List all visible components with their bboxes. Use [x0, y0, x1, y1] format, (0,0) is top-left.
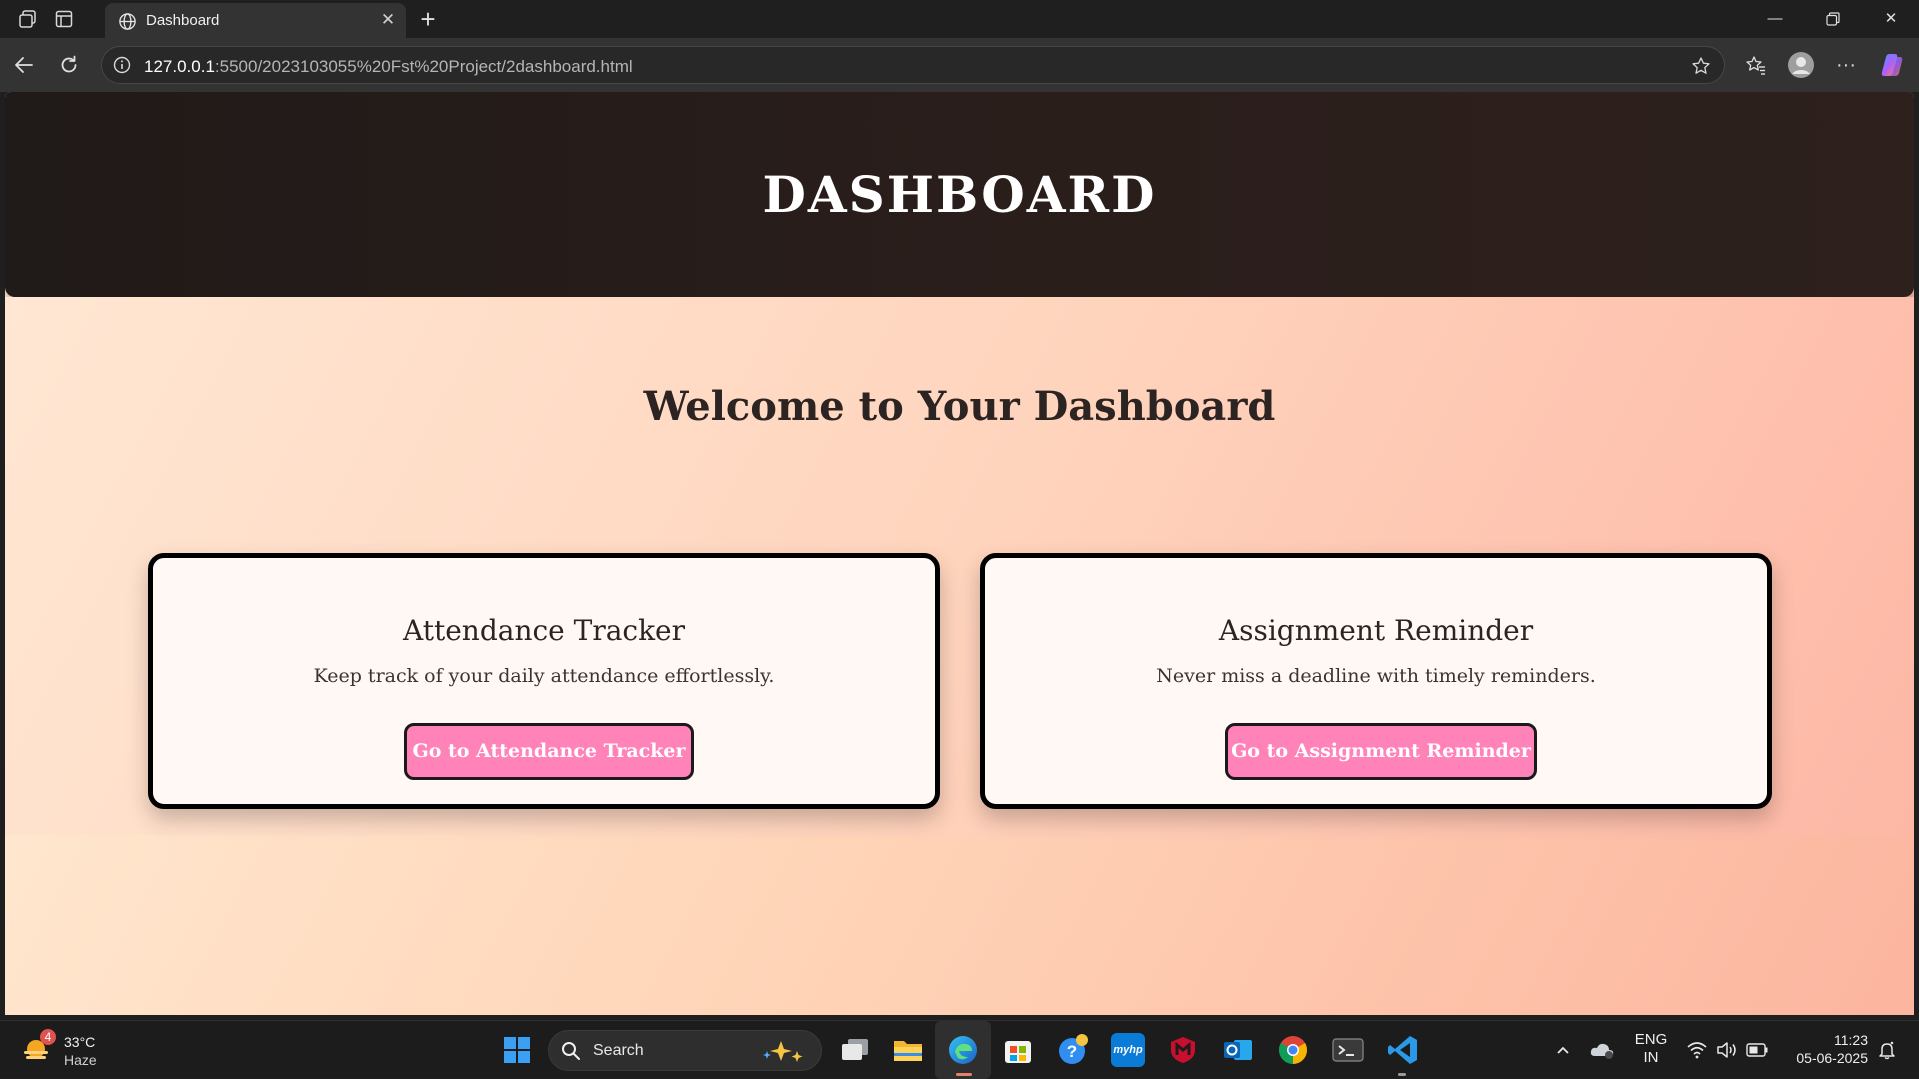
welcome-heading: Welcome to Your Dashboard	[643, 383, 1276, 430]
site-info-icon[interactable]	[112, 55, 132, 75]
card-attendance-tracker: Attendance Tracker Keep track of your da…	[148, 553, 940, 809]
svg-text:?: ?	[1067, 1042, 1077, 1061]
header-title: DASHBOARD	[762, 165, 1157, 224]
copilot-icon[interactable]	[1877, 50, 1907, 80]
close-window-icon[interactable]: ✕	[1862, 0, 1919, 38]
back-icon[interactable]	[10, 51, 38, 79]
new-tab-icon[interactable]: +	[414, 5, 442, 33]
weather-desc: Haze	[64, 1052, 97, 1068]
browser-toolbar: 127.0.0.1:5500/2023103055%20Fst%20Projec…	[0, 38, 1919, 92]
card-assignment-reminder: Assignment Reminder Never miss a deadlin…	[980, 553, 1772, 809]
store-icon[interactable]	[1001, 1033, 1035, 1067]
mcafee-icon[interactable]	[1166, 1033, 1200, 1067]
region-code: IN	[1643, 1049, 1659, 1066]
minimize-icon[interactable]: —	[1746, 0, 1804, 38]
card-description: Never miss a deadline with timely remind…	[1156, 665, 1596, 687]
myhp-icon[interactable]: myhp	[1111, 1033, 1145, 1067]
address-bar[interactable]: 127.0.0.1:5500/2023103055%20Fst%20Projec…	[101, 46, 1725, 84]
card-title: Attendance Tracker	[403, 614, 685, 647]
battery-icon[interactable]	[1744, 1037, 1770, 1063]
refresh-icon[interactable]	[55, 51, 83, 79]
help-icon[interactable]: ?	[1056, 1033, 1090, 1067]
restore-icon[interactable]	[1804, 0, 1862, 38]
search-icon	[561, 1041, 581, 1061]
terminal-icon[interactable]	[1331, 1033, 1365, 1067]
windows-taskbar: 4 33°C Haze Search ? myhp ENG IN 11:23 0…	[0, 1020, 1919, 1079]
url-path: :5500/2023103055%20Fst%20Project/2dashbo…	[214, 57, 633, 76]
page-viewport: DASHBOARD Welcome to Your Dashboard Atte…	[5, 92, 1914, 1015]
go-to-attendance-tracker-button[interactable]: Go to Attendance Tracker	[404, 723, 694, 780]
task-view-icon[interactable]	[838, 1033, 872, 1067]
tab-title: Dashboard	[146, 12, 220, 29]
favorite-star-icon[interactable]	[1690, 55, 1712, 77]
chrome-icon[interactable]	[1276, 1033, 1310, 1067]
go-to-assignment-reminder-button[interactable]: Go to Assignment Reminder	[1225, 723, 1537, 780]
clock[interactable]: 11:23 05-06-2025	[1782, 1031, 1868, 1067]
card-description: Keep track of your daily attendance effo…	[313, 665, 775, 687]
clock-date: 05-06-2025	[1796, 1050, 1868, 1066]
weather-alert-badge: 4	[40, 1029, 56, 1045]
clock-time: 11:23	[1834, 1032, 1868, 1048]
outlook-icon[interactable]	[1221, 1033, 1255, 1067]
windows-start-icon[interactable]	[500, 1033, 534, 1067]
edge-running-dot	[956, 1073, 972, 1076]
wifi-icon[interactable]	[1684, 1037, 1710, 1063]
workspaces-icon[interactable]	[16, 7, 40, 31]
file-explorer-icon[interactable]	[891, 1033, 925, 1067]
volume-icon[interactable]	[1714, 1037, 1740, 1063]
notification-bell-icon[interactable]	[1874, 1037, 1900, 1063]
tab-actions-icon[interactable]	[52, 7, 76, 31]
edge-icon[interactable]	[946, 1033, 980, 1067]
show-hidden-icons-chevron-icon[interactable]	[1550, 1037, 1576, 1063]
onedrive-icon[interactable]	[1587, 1037, 1617, 1063]
globe-icon	[117, 11, 137, 31]
search-label: Search	[593, 1042, 644, 1059]
weather-temp: 33°C	[64, 1034, 96, 1050]
taskbar-search[interactable]: Search	[548, 1030, 822, 1071]
weather-widget[interactable]: 4 33°C Haze	[18, 1029, 108, 1071]
input-language[interactable]: ENG IN	[1628, 1031, 1674, 1067]
vscode-icon[interactable]	[1386, 1033, 1420, 1067]
close-tab-icon[interactable]: ✕	[378, 10, 398, 30]
profile-avatar-icon[interactable]	[1786, 50, 1816, 80]
tab-dashboard[interactable]: Dashboard ✕	[105, 3, 406, 38]
sparkle-icon	[759, 1037, 811, 1065]
browser-tab-bar: Dashboard ✕ + — ✕	[0, 0, 1919, 38]
more-options-icon[interactable]: ···	[1832, 51, 1860, 79]
favorites-icon[interactable]	[1742, 51, 1770, 79]
page-header: DASHBOARD	[5, 92, 1914, 297]
vscode-running-dot	[1398, 1073, 1406, 1076]
url-host: 127.0.0.1	[144, 57, 215, 76]
url-text[interactable]: 127.0.0.1:5500/2023103055%20Fst%20Projec…	[144, 57, 633, 77]
language-code: ENG	[1634, 1031, 1668, 1048]
card-title: Assignment Reminder	[1218, 614, 1534, 647]
